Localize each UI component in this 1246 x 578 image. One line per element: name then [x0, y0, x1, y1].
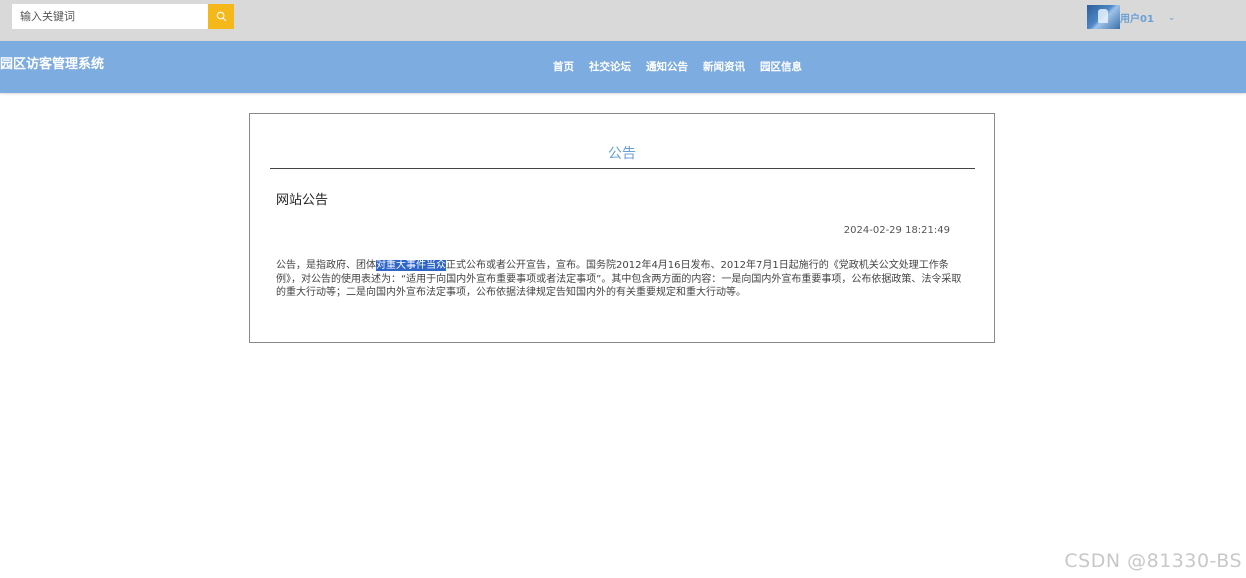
body-text-before: 公告，是指政府、团体 [276, 260, 376, 271]
heading-divider [270, 168, 975, 169]
notice-title: 网站公告 [276, 193, 329, 208]
nav-link-notices[interactable]: 通知公告 [646, 59, 688, 74]
section-heading: 公告 [608, 146, 636, 162]
selected-text[interactable]: 对重大事件当众 [376, 260, 446, 271]
watermark: CSDN @81330-BS [1064, 550, 1242, 572]
main-nav: 园区访客管理系统 首页 社交论坛 通知公告 新闻资讯 园区信息 [0, 41, 1246, 93]
nav-link-home[interactable]: 首页 [553, 59, 574, 74]
notice-body[interactable]: 公告，是指政府、团体对重大事件当众正式公布或者公开宣告，宣布。国务院2012年4… [276, 259, 966, 300]
nav-link-news[interactable]: 新闻资讯 [703, 59, 745, 74]
avatar[interactable] [1087, 5, 1120, 29]
username[interactable]: 用户01 [1120, 10, 1154, 25]
nav-link-park-info[interactable]: 园区信息 [760, 59, 802, 74]
search-button[interactable] [208, 4, 234, 29]
nav-link-forum[interactable]: 社交论坛 [589, 59, 631, 74]
notice-card: 公告 网站公告 2024-02-29 18:21:49 公告，是指政府、团体对重… [249, 113, 995, 343]
nav-links: 首页 社交论坛 通知公告 新闻资讯 园区信息 [553, 59, 817, 74]
search-input[interactable] [12, 4, 208, 29]
chevron-down-icon[interactable]: ⌄ [1168, 13, 1176, 23]
user-menu[interactable]: 用户01 ⌄ [1087, 5, 1175, 29]
notice-timestamp: 2024-02-29 18:21:49 [843, 225, 950, 236]
top-bar: 用户01 ⌄ [0, 0, 1246, 41]
site-brand[interactable]: 园区访客管理系统 [0, 53, 104, 72]
search-icon [216, 11, 226, 22]
